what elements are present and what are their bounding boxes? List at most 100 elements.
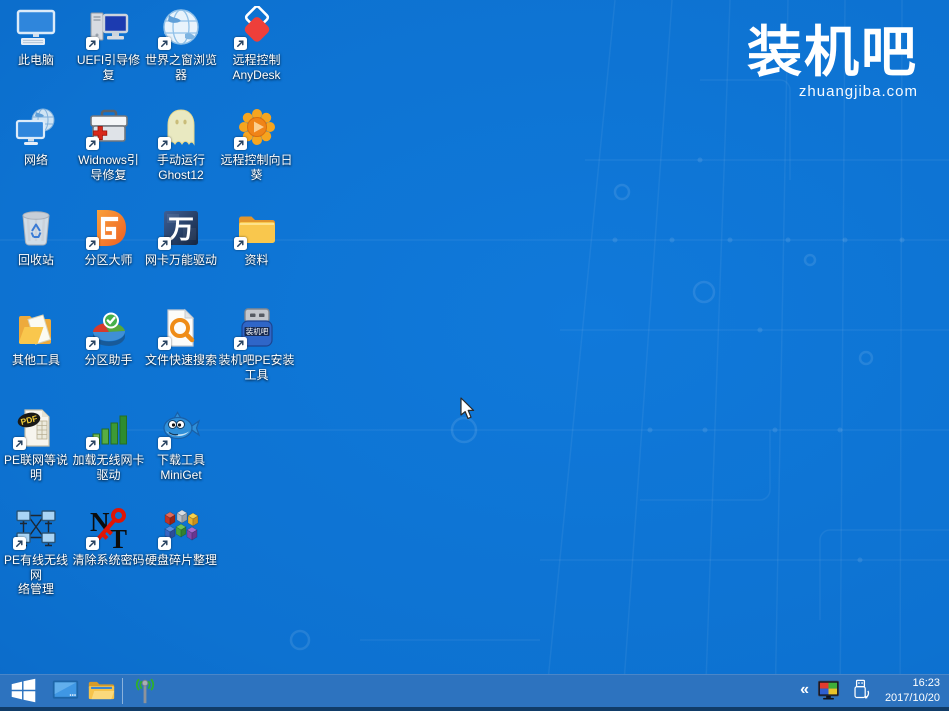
network-icon [13,105,59,151]
desktop-icon-label: 此电脑 [18,53,54,68]
folder-icon [234,205,280,251]
desktop-icon-this-pc[interactable]: 此电脑 [0,2,72,102]
desktop-icon-label: 网卡万能驱动 [145,253,217,268]
desktop-icon-label: 回收站 [18,253,54,268]
brand-domain-text: zhuangjiba.com [747,83,918,100]
shortcut-arrow-icon [86,137,99,150]
desktop-icon-label: 手动运行 Ghost12 [157,153,205,182]
desktop-icon-pe-network-readme[interactable]: PDF PE联网等说明 [0,402,72,502]
folder-explorer-icon [87,676,116,705]
desktop-icon-file-quick-search[interactable]: 文件快速搜索 [145,302,217,402]
clock-date: 2017/10/20 [880,691,940,705]
uefi-pc-icon [86,5,132,51]
desktop-icon-recycle-bin[interactable]: 回收站 [0,202,72,302]
desktop-icon-disk-defrag[interactable]: 硬盘碎片整理 [145,502,217,602]
desktop-icon-zhuangjiba-pe-installer[interactable]: 装机吧 装机吧PE安装 工具 [217,302,296,402]
desktop-icon-label: 分区助手 [84,353,132,368]
shortcut-arrow-icon [158,37,171,50]
shortcut-arrow-icon [158,237,171,250]
shortcut-arrow-icon [158,337,171,350]
pdf-doc-icon: PDF [13,405,59,451]
signal-bars-icon [86,405,132,451]
desktop-icon-anydesk[interactable]: 远程控制 AnyDesk [217,2,296,102]
desktop-icon-label: 世界之窗浏览 器 [145,53,217,82]
desktop-icon-network[interactable]: 网络 [0,102,72,202]
display-icon [51,676,80,705]
desktop-icon-label: 分区大师 [84,253,132,268]
desktop-icon-ghost12[interactable]: 手动运行 Ghost12 [145,102,217,202]
desktop-icon-windows-boot-repair[interactable]: Widnows引 导修复 [72,102,145,202]
partition-pie-icon [86,305,132,351]
defrag-cubes-icon [158,505,204,551]
taskbar: « [0,674,949,711]
file-search-icon [158,305,204,351]
tray-expand-button[interactable]: « [800,682,809,700]
clock-time: 16:23 [880,676,940,690]
desktop-icon-clear-password[interactable]: N T 清除系统密码 [72,502,145,602]
desktop-icon-label: 清除系统密码 [72,553,144,568]
shortcut-arrow-icon [234,37,247,50]
svg-text:装机吧: 装机吧 [245,326,268,336]
desktop-icon-miniget[interactable]: 下载工具 MiniGet [145,402,217,502]
desktop-icon-label: 资料 [244,253,268,268]
desktop-icon-label: UEFI引导修复 [72,53,145,82]
taskbar-clock[interactable]: 16:23 2017/10/20 [880,676,940,705]
toolbox-repair-icon [86,105,132,151]
ghost-icon [158,105,204,151]
shortcut-arrow-icon [158,437,171,450]
svg-text:万: 万 [168,214,194,244]
taskbar-separator [122,678,123,704]
shortcut-arrow-icon [234,237,247,250]
desktop-icon-documents[interactable]: 资料 [217,202,296,302]
desktop-icon-partition-assistant[interactable]: 分区助手 [72,302,145,402]
desktop-icon-label: Widnows引 导修复 [78,153,139,182]
diskgenius-icon [86,205,132,251]
desktop-icon-label: 硬盘碎片整理 [145,553,217,568]
desktop-icon-label: 装机吧PE安装 工具 [218,353,294,382]
shortcut-arrow-icon [86,537,99,550]
desktop-icon-label: 远程控制向日 葵 [220,153,292,182]
desktop-icon-label: 下载工具 MiniGet [157,453,205,482]
brand-logo: 装机吧 zhuangjiba.com [747,24,918,100]
show-desktop-button[interactable] [47,674,83,707]
desktop-icon-grid: 此电脑 UEFI引导修复 [0,2,296,602]
antenna-signal-icon [130,676,160,706]
desktop-icon-label: 网络 [24,153,48,168]
shortcut-arrow-icon [234,337,247,350]
desktop-icon-pe-network-manager[interactable]: PE有线无线网 络管理 [0,502,72,602]
nt-key-icon: N T [86,505,132,551]
usb-eject-tray-icon[interactable] [848,678,873,703]
windows-logo-icon [9,676,38,705]
desktop-icon-theworld-browser[interactable]: 世界之窗浏览 器 [145,2,217,102]
desktop-icon-label: 加载无线网卡 驱动 [72,453,144,482]
desktop-icon-uefi-boot-repair[interactable]: UEFI引导修复 [72,2,145,102]
shortcut-arrow-icon [13,437,26,450]
shortcut-arrow-icon [13,537,26,550]
recycle-bin-icon [13,205,59,251]
network-topology-icon [13,505,59,551]
desktop-icon-other-tools[interactable]: 其他工具 [0,302,72,402]
desktop-icon-universal-nic-driver[interactable]: 万 网卡万能驱动 [145,202,217,302]
wan-driver-icon: 万 [158,205,204,251]
desktop-icon-wireless-nic-driver[interactable]: 加载无线网卡 驱动 [72,402,145,502]
sunflower-icon [234,105,280,151]
pe-desktop-screen: 装机吧 zhuangjiba.com 此电脑 [0,0,949,711]
file-explorer-button[interactable] [83,674,119,707]
svg-text:N: N [90,507,110,537]
mouse-cursor [459,397,479,426]
brand-logo-text: 装机吧 [747,24,918,82]
wireless-network-tool-button[interactable] [127,674,163,707]
system-tray: « [800,676,949,705]
svg-text:T: T [109,524,127,550]
desktop-icon-label: PE有线无线网 络管理 [0,553,72,597]
desktop-icon-label: 远程控制 AnyDesk [232,53,280,82]
shortcut-arrow-icon [158,137,171,150]
shortcut-arrow-icon [86,37,99,50]
desktop-icon-label: 文件快速搜索 [145,353,217,368]
display-color-settings-tray-icon[interactable] [816,678,841,703]
desktop-icon-diskgenius[interactable]: 分区大师 [72,202,145,302]
start-button[interactable] [0,674,47,707]
shortcut-arrow-icon [158,537,171,550]
open-folder-icon [13,305,59,351]
desktop-icon-sunflower-remote[interactable]: 远程控制向日 葵 [217,102,296,202]
